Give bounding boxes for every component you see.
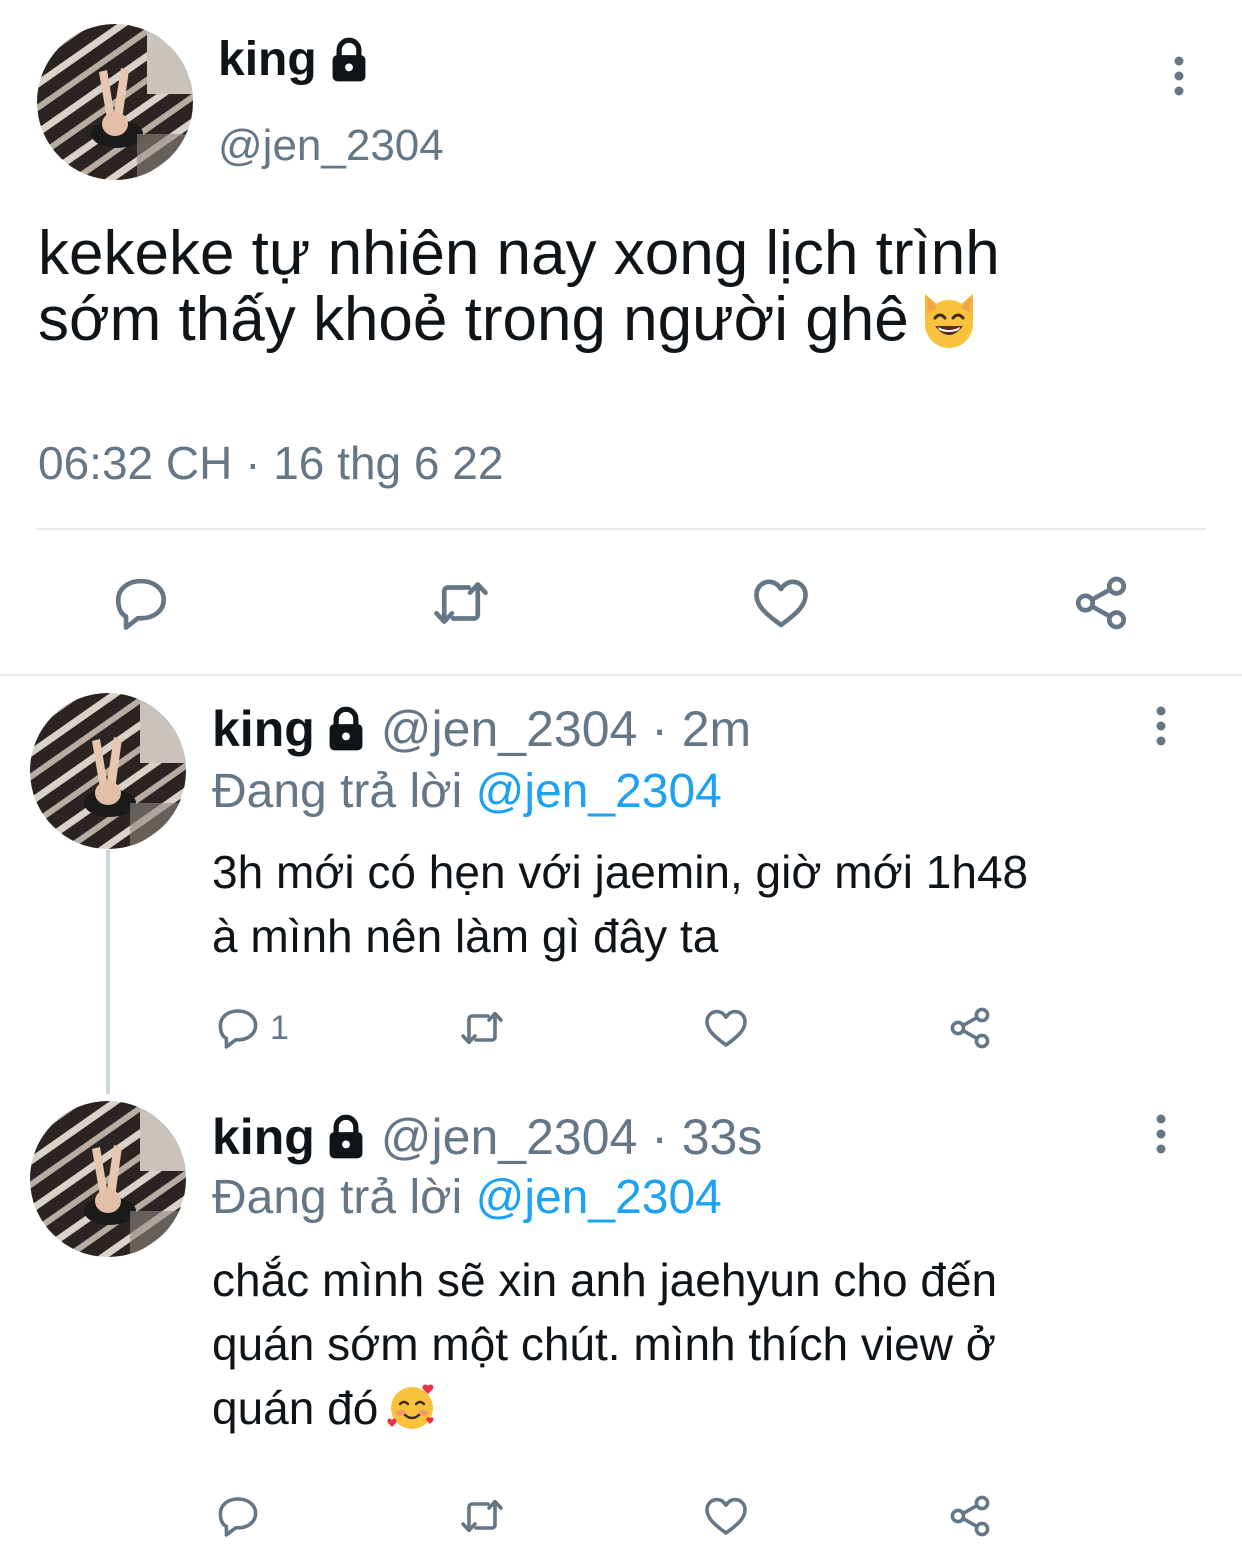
- reply-icon: [214, 1492, 262, 1540]
- smiling-face-with-hearts-emoji-icon: [387, 1384, 434, 1429]
- reply-author-name[interactable]: king: [212, 704, 315, 754]
- reply-avatar[interactable]: [30, 1101, 186, 1257]
- reply-count: 1: [270, 1008, 289, 1047]
- lock-icon: [329, 37, 369, 83]
- section-divider: [0, 674, 1242, 676]
- reply-header: king @jen_2304 · 33s: [212, 1112, 762, 1162]
- replying-to: Đang trả lời @jen_2304: [212, 1171, 722, 1224]
- like-button[interactable]: [702, 1004, 750, 1052]
- like-icon: [702, 1004, 750, 1052]
- share-button[interactable]: [946, 1492, 994, 1540]
- thread-line: [106, 850, 110, 1094]
- reply-handle-time[interactable]: @jen_2304 · 2m: [381, 704, 751, 754]
- reply-author-name[interactable]: king: [212, 1112, 315, 1162]
- author-handle[interactable]: @jen_2304: [218, 124, 444, 168]
- main-tweet-author[interactable]: king: [218, 36, 369, 84]
- share-icon: [1070, 572, 1132, 634]
- reply-avatar[interactable]: [30, 693, 186, 849]
- retweet-icon: [456, 1492, 508, 1540]
- reply-icon: [214, 1004, 262, 1052]
- like-icon: [750, 572, 812, 634]
- reply-text-line: 3h mới có hẹn với jaemin, giờ mới 1h48: [212, 846, 1029, 898]
- mention-link[interactable]: @jen_2304: [476, 1171, 722, 1224]
- share-icon: [946, 1004, 994, 1052]
- more-options-icon[interactable]: [1162, 56, 1196, 96]
- tweet-text-line: sớm thấy khoẻ trong người ghê: [38, 286, 1198, 352]
- retweet-icon: [456, 1004, 508, 1052]
- reply-icon: [110, 572, 172, 634]
- smiling-cat-emoji-icon: [924, 294, 973, 348]
- lock-icon: [325, 706, 367, 752]
- reply-text: 3h mới có hẹn với jaemin, giờ mới 1h48 à…: [212, 840, 1202, 968]
- reply-button[interactable]: 1: [214, 1004, 289, 1052]
- reply-button[interactable]: [214, 1492, 262, 1540]
- like-icon: [702, 1492, 750, 1540]
- share-button[interactable]: [946, 1004, 994, 1052]
- reply-text-line: quán đó: [212, 1376, 1202, 1440]
- reply-text-line: chắc mình sẽ xin anh jaehyun cho đến: [212, 1254, 998, 1306]
- lock-icon: [325, 1114, 367, 1160]
- reply-text-line: quán sớm một chút. mình thích view ở: [212, 1318, 996, 1370]
- like-button[interactable]: [750, 572, 812, 634]
- more-options-icon[interactable]: [1154, 706, 1168, 746]
- divider: [36, 528, 1206, 530]
- main-tweet-avatar[interactable]: [37, 24, 193, 180]
- retweet-icon: [428, 572, 494, 634]
- author-name[interactable]: king: [218, 36, 317, 84]
- mention-link[interactable]: @jen_2304: [476, 765, 722, 818]
- retweet-button[interactable]: [456, 1004, 508, 1052]
- reply-text: chắc mình sẽ xin anh jaehyun cho đến quá…: [212, 1248, 1202, 1440]
- share-button[interactable]: [1070, 572, 1132, 634]
- reply-header: king @jen_2304 · 2m: [212, 704, 751, 754]
- retweet-button[interactable]: [428, 572, 494, 634]
- share-icon: [946, 1492, 994, 1540]
- retweet-button[interactable]: [456, 1492, 508, 1540]
- tweet-text-line: kekeke tự nhiên nay xong lịch trình: [38, 219, 1000, 288]
- tweet-text: kekeke tự nhiên nay xong lịch trình sớm …: [38, 222, 1198, 352]
- reply-handle-time[interactable]: @jen_2304 · 33s: [381, 1112, 763, 1162]
- replying-to: Đang trả lời @jen_2304: [212, 765, 722, 818]
- tweet-timestamp[interactable]: 06:32 CH · 16 thg 6 22: [38, 440, 503, 486]
- reply-text-line: à mình nên làm gì đây ta: [212, 910, 719, 962]
- more-options-icon[interactable]: [1154, 1114, 1168, 1154]
- like-button[interactable]: [702, 1492, 750, 1540]
- reply-button[interactable]: [110, 572, 172, 634]
